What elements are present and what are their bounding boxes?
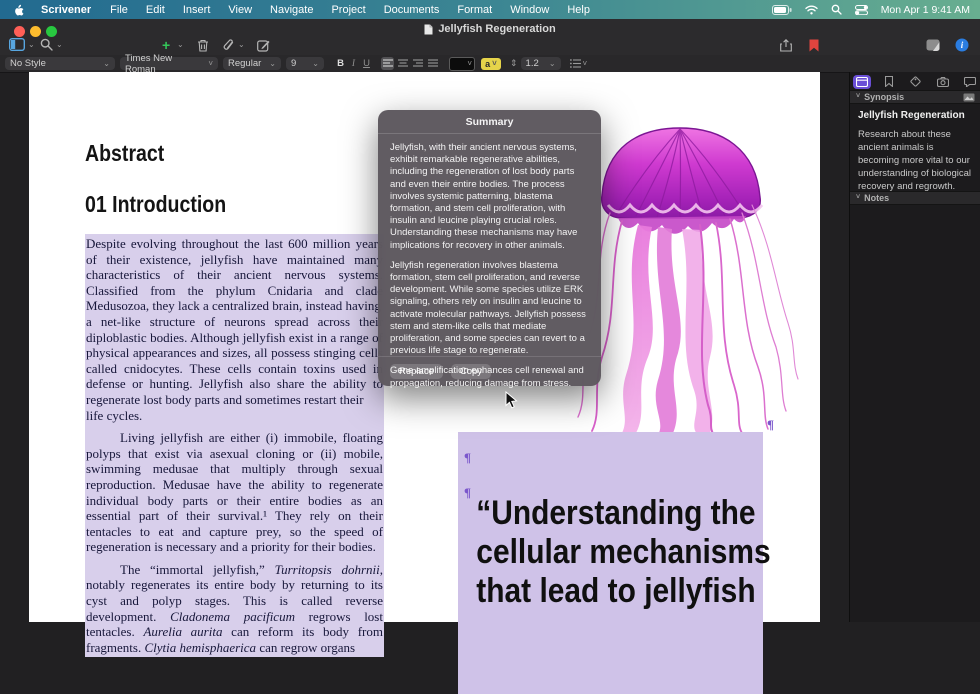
control-center-icon[interactable] (855, 5, 868, 15)
menu-help[interactable]: Help (558, 4, 599, 16)
style-dropdown[interactable]: No Style⌄ (5, 57, 115, 70)
chevron-down-icon: ˅ (492, 61, 497, 67)
font-variant-dropdown[interactable]: Regular⌄ (223, 57, 281, 70)
menu-documents[interactable]: Documents (375, 4, 449, 16)
align-justify-icon[interactable] (426, 57, 439, 70)
menu-navigate[interactable]: Navigate (261, 4, 322, 16)
document-icon (424, 24, 433, 35)
binder-toggle-icon[interactable] (9, 38, 25, 51)
trash-icon[interactable] (197, 39, 209, 52)
battery-icon[interactable] (772, 5, 792, 15)
inspector-panel: ˅ Synopsis Jellyfish Regeneration Resear… (849, 72, 980, 622)
copy-button[interactable]: Copy (451, 364, 491, 379)
underline-button[interactable]: U (360, 58, 373, 69)
tab-notes-icon[interactable] (853, 75, 871, 89)
text-color-well[interactable]: ˅ (449, 57, 475, 71)
chevron-down-icon: ˅ (856, 94, 860, 100)
synopsis-title[interactable]: Jellyfish Regeneration (858, 110, 976, 121)
search-icon[interactable] (40, 38, 53, 51)
bookmark-icon[interactable] (809, 39, 819, 52)
synopsis-text[interactable]: Research about these ancient animals is … (858, 128, 976, 193)
summary-paragraph: Jellyfish regeneration involves blastema… (390, 260, 589, 358)
menu-scrivener[interactable]: Scrivener (31, 4, 101, 16)
line-spacing-dropdown[interactable]: 1.2⌄ (521, 57, 561, 70)
highlight-color-well[interactable]: a˅ (481, 58, 501, 70)
font-dropdown[interactable]: Times New Roman˅ (120, 57, 218, 70)
menu-bar: Scrivener File Edit Insert View Navigate… (0, 0, 980, 19)
search-chevron-icon[interactable]: ⌄ (56, 42, 63, 48)
summary-popup: Summary Jellyfish, with their ancient ne… (378, 110, 601, 386)
paperclip-chevron-icon[interactable]: ⌄ (238, 42, 245, 48)
binder-chevron-icon[interactable]: ⌄ (28, 42, 35, 48)
spotlight-search-icon[interactable] (831, 4, 842, 15)
pilcrow-mark: ¶ (767, 417, 774, 433)
paragraph-1[interactable]: Despite evolving throughout the last 600… (86, 236, 383, 423)
paperclip-icon[interactable] (223, 39, 235, 52)
line-spacing-arrows-icon: ⇕ (510, 58, 518, 69)
font-size-dropdown[interactable]: 9⌄ (286, 57, 324, 70)
menu-window[interactable]: Window (501, 4, 558, 16)
inspector-tabs (850, 72, 980, 91)
chevron-down-icon: ⌄ (312, 61, 319, 67)
menu-view[interactable]: View (219, 4, 261, 16)
chevron-down-icon: ⌄ (549, 61, 556, 67)
align-center-icon[interactable] (396, 57, 409, 70)
paragraph-2[interactable]: Living jellyfish are either (i) immobile… (86, 430, 383, 555)
panel-toggle-icon[interactable] (926, 39, 940, 51)
wifi-icon[interactable] (805, 5, 818, 15)
chevron-down-icon: ˅ (856, 195, 860, 201)
tab-metadata-icon[interactable] (907, 75, 925, 89)
replace-button[interactable]: Replace (390, 364, 443, 379)
synopsis-image-icon[interactable] (963, 93, 975, 102)
menu-file[interactable]: File (101, 4, 137, 16)
summary-paragraph: Jellyfish, with their ancient nervous sy… (390, 142, 589, 252)
summary-popup-title: Summary (378, 110, 601, 134)
menu-edit[interactable]: Edit (137, 4, 174, 16)
menu-insert[interactable]: Insert (174, 4, 220, 16)
apple-menu-icon[interactable] (0, 3, 31, 16)
heading-introduction[interactable]: 01 Introduction (85, 191, 251, 218)
add-item-icon[interactable]: + (162, 37, 170, 53)
list-style-button[interactable]: ˅ (570, 59, 588, 68)
compose-icon[interactable] (257, 39, 270, 52)
summary-popup-body: Jellyfish, with their ancient nervous sy… (378, 134, 601, 390)
tab-comments-icon[interactable] (961, 75, 979, 89)
menu-format[interactable]: Format (448, 4, 501, 16)
inspector-info-button[interactable]: i (955, 38, 969, 52)
tab-bookmarks-icon[interactable] (880, 75, 898, 89)
share-icon[interactable] (780, 39, 792, 52)
chevron-down-icon: ˅ (583, 61, 588, 67)
chevron-down-icon: ˅ (467, 61, 472, 67)
italic-button[interactable]: I (347, 59, 360, 69)
chevron-down-icon: ⌄ (269, 61, 276, 67)
format-bar: No Style⌄ Times New Roman˅ Regular⌄ 9⌄ B… (0, 55, 980, 73)
heading-abstract[interactable]: Abstract (85, 140, 178, 167)
window-title: Jellyfish Regeneration (0, 23, 980, 35)
tab-snapshots-icon[interactable] (934, 75, 952, 89)
pilcrow-mark: ¶ (464, 450, 471, 466)
add-item-chevron-icon[interactable]: ⌄ (177, 42, 184, 48)
paragraph-3[interactable]: The “immortal jellyfish,” Turritopsis do… (86, 562, 383, 656)
body-text-block[interactable]: Despite evolving throughout the last 600… (85, 234, 384, 657)
chevron-down-icon: ⌄ (103, 61, 110, 67)
align-right-icon[interactable] (411, 57, 424, 70)
align-left-icon[interactable] (381, 57, 394, 70)
pull-quote-block[interactable]: ¶ ¶ “Understanding the cellular mechanis… (458, 432, 763, 694)
bold-button[interactable]: B (334, 58, 347, 69)
notes-section-header[interactable]: ˅ Notes (850, 191, 980, 205)
synopsis-section-header[interactable]: ˅ Synopsis (850, 90, 980, 104)
menubar-clock[interactable]: Mon Apr 1 9:41 AM (881, 4, 970, 16)
chevron-down-icon: ˅ (208, 61, 213, 67)
menu-project[interactable]: Project (322, 4, 374, 16)
pull-quote-text[interactable]: “Understanding the cellular mechanisms t… (458, 494, 763, 611)
